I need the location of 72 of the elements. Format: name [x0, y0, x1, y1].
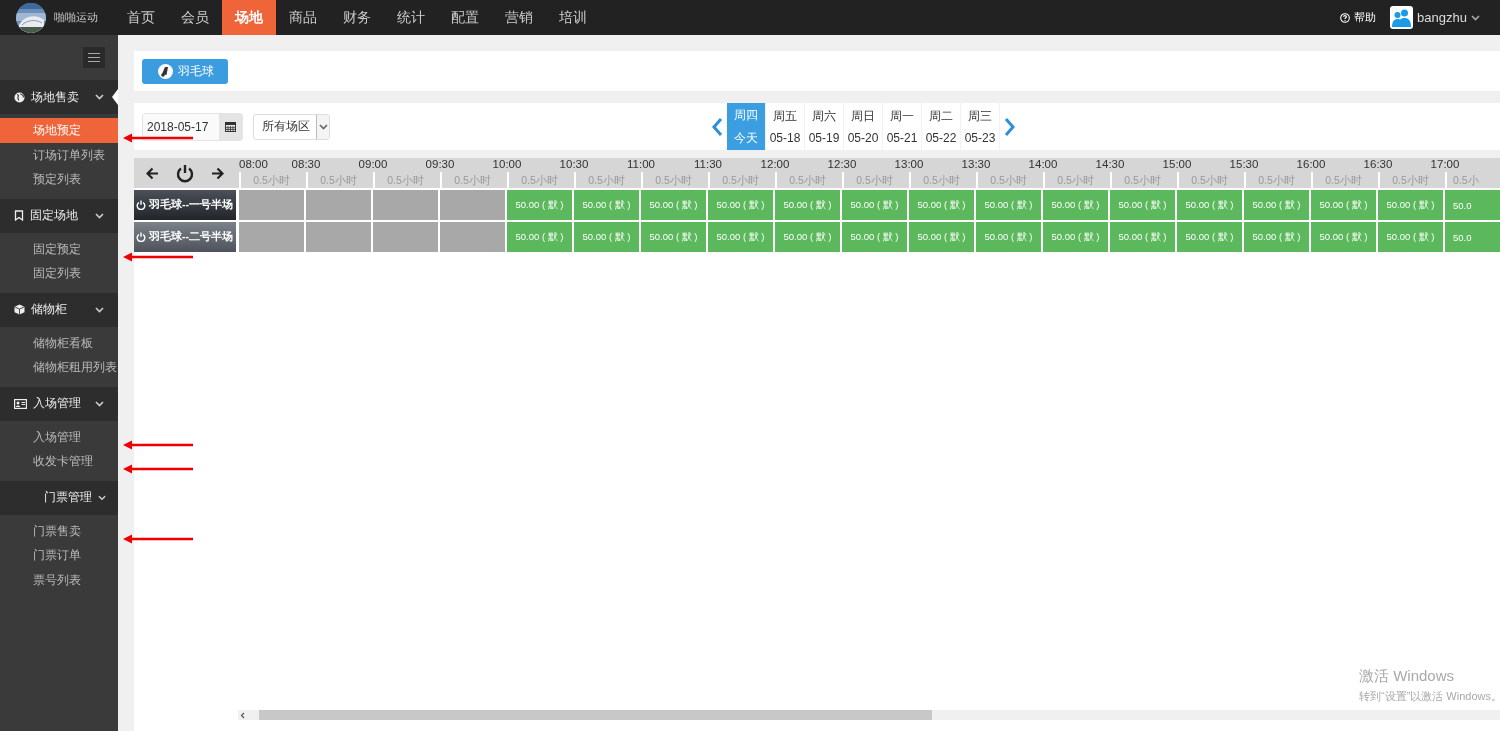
sidebar-item[interactable]: 门票售卖 [0, 518, 118, 543]
day-tab[interactable]: 周一 05-21 [883, 103, 922, 150]
date-label: 05-18 [769, 131, 801, 145]
time-label: 11:30 [693, 158, 723, 172]
time-label: 08:30 [290, 158, 322, 172]
nav-tab[interactable]: 商品 [276, 0, 330, 35]
sidebar-item[interactable]: 订场订单列表 [0, 142, 118, 167]
day-tab[interactable]: 周二 05-22 [922, 103, 961, 150]
sidebar-item[interactable]: 入场管理 [0, 424, 118, 449]
time-label: 11:00 [626, 158, 656, 172]
sidebar-item[interactable]: 门票订单 [0, 543, 118, 568]
sidebar-group[interactable]: 场地售卖 [0, 80, 118, 114]
help-link[interactable]: 帮助 [1354, 10, 1377, 25]
sidebar-item[interactable]: 储物柜看板 [0, 330, 118, 355]
nav-tab[interactable]: 配置 [438, 0, 492, 35]
activation-hint: 转到“设置”以激活 Windows。 [1359, 689, 1500, 704]
weekday-label: 周日 [851, 108, 875, 125]
day-tab[interactable]: 周日 05-20 [844, 103, 883, 150]
date-label: 05-20 [847, 131, 879, 145]
day-tab[interactable]: 周三 05-23 [961, 103, 1000, 150]
nav-tab[interactable]: 培训 [546, 0, 600, 35]
sidebar-item[interactable]: 固定列表 [0, 261, 118, 286]
date-label: 05-19 [808, 131, 840, 145]
court-label[interactable]: 羽毛球--二号半场 [134, 222, 236, 252]
time-label: 16:30 [1362, 158, 1394, 172]
nav-tab[interactable]: 首页 [114, 0, 168, 35]
sidebar-group[interactable]: 储物柜 [0, 292, 118, 327]
time-label: 13:30 [960, 158, 992, 172]
time-label: 09:00 [357, 158, 389, 172]
time-label: 12:00 [759, 158, 791, 172]
weekday-label: 周一 [890, 108, 914, 125]
weekday-label: 周三 [968, 108, 992, 125]
nav-tab[interactable]: 营销 [492, 0, 546, 35]
nav-tab[interactable]: 财务 [330, 0, 384, 35]
sidebar-group[interactable]: 固定场地 [0, 198, 118, 233]
nav-tab[interactable]: 场地 [222, 0, 276, 35]
user-name[interactable]: bangzhu [1417, 10, 1467, 25]
court-label[interactable]: 羽毛球--一号半场 [134, 190, 236, 220]
time-label: 12:30 [826, 158, 858, 172]
time-label: 10:00 [491, 158, 523, 172]
time-label: 10:30 [558, 158, 590, 172]
time-label: 15:00 [1161, 158, 1193, 172]
area-select[interactable]: 所有场区 [253, 113, 330, 140]
brand-name: 啪啪运动 [54, 10, 98, 25]
date-label: 05-23 [964, 131, 996, 145]
time-label: 14:00 [1027, 158, 1059, 172]
nav-tab[interactable]: 统计 [384, 0, 438, 35]
time-label: 17:00 [1429, 158, 1461, 172]
activation-title: 激活 Windows [1359, 667, 1455, 686]
time-label: 09:30 [424, 158, 456, 172]
sidebar-item[interactable]: 票号列表 [0, 567, 118, 592]
time-label: 14:30 [1094, 158, 1126, 172]
date-label: 今天 [734, 129, 758, 147]
sidebar-item[interactable]: 预定列表 [0, 167, 118, 192]
sidebar-group[interactable]: 门票管理 [0, 480, 118, 515]
sidebar-group[interactable]: 入场管理 [0, 386, 118, 421]
sidebar-item[interactable]: 储物柜租用列表 [0, 355, 118, 380]
time-label: 13:00 [893, 158, 925, 172]
day-tab[interactable]: 周五 05-18 [766, 103, 805, 150]
date-label: 05-22 [925, 131, 957, 145]
day-tab[interactable]: 周六 05-19 [805, 103, 844, 150]
nav-tab[interactable]: 会员 [168, 0, 222, 35]
sidebar-item[interactable]: 收发卡管理 [0, 449, 118, 474]
date-label: 05-21 [886, 131, 918, 145]
time-label: 08:00 [239, 158, 269, 172]
weekday-label: 周六 [812, 108, 836, 125]
weekday-label: 周四 [734, 106, 758, 124]
time-label: 15:30 [1228, 158, 1260, 172]
time-label: 16:00 [1295, 158, 1327, 172]
weekday-label: 周二 [929, 108, 953, 125]
sidebar-item[interactable]: 固定预定 [0, 236, 118, 261]
weekday-label: 周五 [773, 108, 797, 125]
